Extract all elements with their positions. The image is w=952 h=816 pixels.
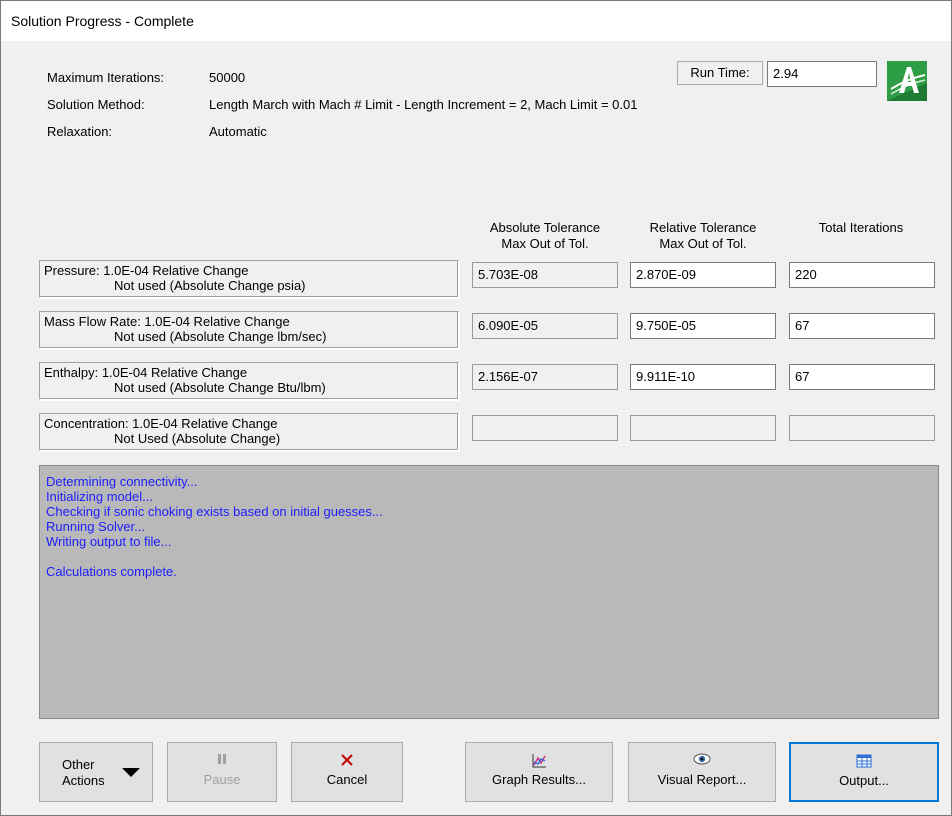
log-line: Determining connectivity... — [46, 474, 198, 489]
graph-results-button[interactable]: Graph Results... — [465, 742, 613, 802]
concentration-row-label: Concentration: 1.0E-04 Relative Change N… — [39, 413, 459, 451]
max-iterations-label: Maximum Iterations: — [47, 70, 165, 85]
pause-icon — [168, 753, 276, 769]
relaxation-value: Automatic — [209, 124, 267, 139]
col-abs-line1: Absolute Tolerance — [489, 220, 601, 235]
max-iterations-value: 50000 — [209, 70, 246, 85]
col-relative-tolerance: Relative Tolerance Max Out of Tol. — [627, 220, 779, 252]
mass-flow-row-label: Mass Flow Rate: 1.0E-04 Relative Change … — [39, 311, 459, 349]
col-abs-line2: Max Out of Tol. — [501, 236, 589, 251]
concentration-abs-tol — [472, 415, 618, 441]
col-rel-line2: Max Out of Tol. — [659, 236, 747, 251]
pressure-abs-tol: 5.703E-08 — [472, 262, 618, 288]
concentration-line1: Concentration: 1.0E-04 Relative Change — [44, 416, 278, 431]
pause-button[interactable]: Pause — [167, 742, 277, 802]
enthalpy-line1: Enthalpy: 1.0E-04 Relative Change — [44, 365, 248, 380]
run-time-label: Run Time: — [677, 61, 763, 85]
pause-label: Pause — [203, 772, 241, 787]
graph-icon — [466, 753, 612, 769]
cancel-label: Cancel — [326, 772, 368, 787]
run-time-value: 2.94 — [767, 61, 877, 87]
concentration-line2: Not Used (Absolute Change) — [114, 431, 281, 446]
pressure-row-label: Pressure: 1.0E-04 Relative Change Not us… — [39, 260, 459, 298]
window-title: Solution Progress - Complete — [11, 13, 194, 29]
title-bar: Solution Progress - Complete — [1, 1, 951, 41]
log-line: Writing output to file... — [46, 534, 172, 549]
pressure-iterations: 220 — [789, 262, 935, 288]
mass-flow-iterations: 67 — [789, 313, 935, 339]
output-label: Output... — [839, 773, 889, 788]
mass-flow-abs-tol: 6.090E-05 — [472, 313, 618, 339]
log-line: Initializing model... — [46, 489, 153, 504]
progress-log[interactable]: Determining connectivity... Initializing… — [39, 465, 939, 719]
graph-results-label: Graph Results... — [492, 772, 586, 787]
enthalpy-iterations: 67 — [789, 364, 935, 390]
other-actions-label: Other Actions — [62, 757, 105, 788]
enthalpy-abs-tol: 2.156E-07 — [472, 364, 618, 390]
log-line: Checking if sonic choking exists based o… — [46, 504, 383, 519]
concentration-rel-tol — [630, 415, 776, 441]
solution-progress-window: Solution Progress - Complete Maximum Ite… — [0, 0, 952, 816]
mass-flow-line1: Mass Flow Rate: 1.0E-04 Relative Change — [44, 314, 290, 329]
mass-flow-rel-tol: 9.750E-05 — [630, 313, 776, 339]
enthalpy-row-label: Enthalpy: 1.0E-04 Relative Change Not us… — [39, 362, 459, 400]
eye-icon — [629, 753, 775, 769]
log-line: Running Solver... — [46, 519, 146, 534]
run-time-label-text: Run Time: — [690, 65, 750, 80]
pressure-rel-tol: 2.870E-09 — [630, 262, 776, 288]
enthalpy-line2: Not used (Absolute Change Btu/lbm) — [114, 380, 326, 395]
visual-report-label: Visual Report... — [657, 772, 747, 787]
col-total-iterations: Total Iterations — [787, 220, 935, 236]
dropdown-caret-icon — [122, 768, 140, 777]
cancel-x-icon — [292, 753, 402, 769]
table-icon — [791, 754, 937, 770]
concentration-iterations — [789, 415, 935, 441]
col-rel-line1: Relative Tolerance — [649, 220, 757, 235]
app-logo-icon — [887, 61, 927, 101]
other-actions-button[interactable]: Other Actions — [39, 742, 153, 802]
pressure-line2: Not used (Absolute Change psia) — [114, 278, 306, 293]
mass-flow-line2: Not used (Absolute Change lbm/sec) — [114, 329, 327, 344]
solution-method-value: Length March with Mach # Limit - Length … — [209, 97, 638, 112]
visual-report-button[interactable]: Visual Report... — [628, 742, 776, 802]
pressure-line1: Pressure: 1.0E-04 Relative Change — [44, 263, 249, 278]
relaxation-label: Relaxation: — [47, 124, 113, 139]
log-line: Calculations complete. — [46, 564, 177, 579]
col-absolute-tolerance: Absolute Tolerance Max Out of Tol. — [469, 220, 621, 252]
output-button[interactable]: Output... — [789, 742, 939, 802]
solution-method-label: Solution Method: — [47, 97, 145, 112]
enthalpy-rel-tol: 9.911E-10 — [630, 364, 776, 390]
col-iter-label: Total Iterations — [818, 220, 904, 235]
cancel-button[interactable]: Cancel — [291, 742, 403, 802]
